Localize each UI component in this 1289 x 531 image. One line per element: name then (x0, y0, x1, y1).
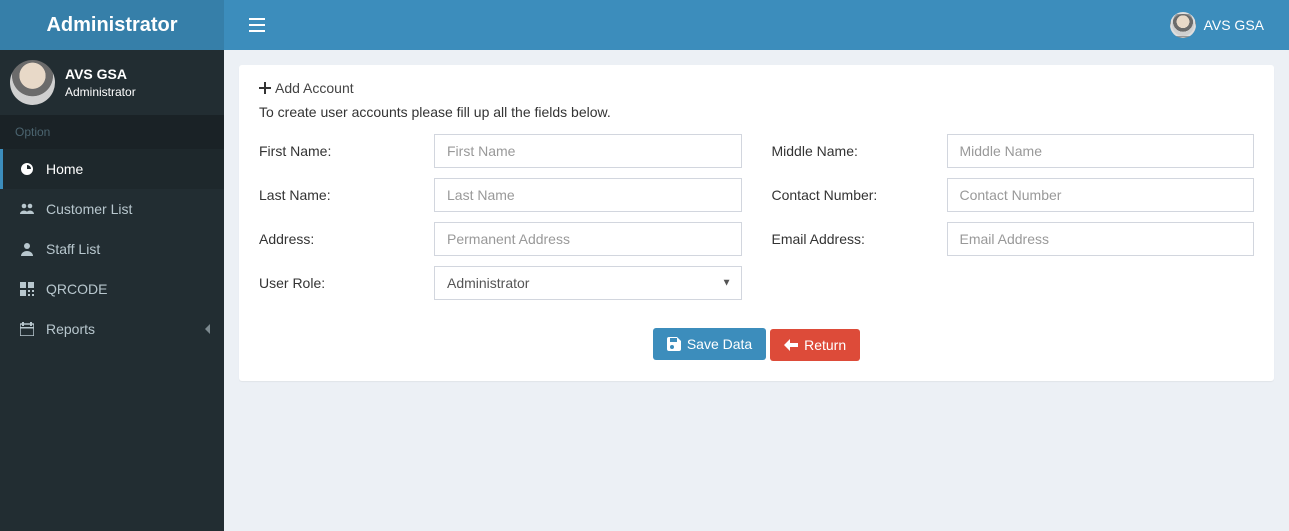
sidebar-item-staff-list[interactable]: Staff List (0, 229, 224, 269)
user-role-select[interactable]: Administrator (434, 266, 742, 300)
sidebar-item-label: Customer List (46, 201, 132, 217)
save-button[interactable]: Save Data (653, 328, 766, 360)
return-button-label: Return (804, 337, 846, 353)
contact-number-input[interactable] (947, 178, 1255, 212)
save-button-label: Save Data (687, 336, 752, 352)
first-name-input[interactable] (434, 134, 742, 168)
brand-text: Administrator (46, 14, 177, 37)
brand-logo[interactable]: Administrator (0, 0, 224, 50)
save-icon (667, 337, 681, 351)
plus-icon (259, 82, 271, 94)
middle-name-label: Middle Name: (772, 143, 947, 159)
content-area: Add Account To create user accounts plea… (224, 50, 1289, 531)
navbar-user-menu[interactable]: AVS GSA (1160, 6, 1274, 44)
qrcode-icon (18, 282, 36, 296)
sidebar-item-customer-list[interactable]: Customer List (0, 189, 224, 229)
sidebar-item-label: Home (46, 161, 83, 177)
sidebar-item-reports[interactable]: Reports (0, 309, 224, 349)
sidebar-item-label: Staff List (46, 241, 100, 257)
address-input[interactable] (434, 222, 742, 256)
email-input[interactable] (947, 222, 1255, 256)
email-label: Email Address: (772, 231, 947, 247)
chevron-left-icon (204, 321, 212, 337)
top-navbar: AVS GSA (224, 0, 1289, 50)
sidebar-toggle-button[interactable] (239, 8, 275, 42)
panel-title-text: Add Account (275, 80, 354, 96)
panel-title: Add Account (259, 80, 1254, 96)
sidebar-item-label: QRCODE (46, 281, 107, 297)
contact-number-label: Contact Number: (772, 187, 947, 203)
user-icon (18, 241, 36, 257)
sidebar-user-panel: AVS GSA Administrator (0, 50, 224, 115)
sidebar-item-label: Reports (46, 321, 95, 337)
sidebar: AVS GSA Administrator Option Home Custom… (0, 50, 224, 531)
last-name-label: Last Name: (259, 187, 434, 203)
last-name-input[interactable] (434, 178, 742, 212)
avatar (10, 60, 55, 105)
sidebar-user-name: AVS GSA (65, 66, 136, 82)
arrow-left-icon (784, 339, 798, 351)
add-account-panel: Add Account To create user accounts plea… (239, 65, 1274, 381)
middle-name-input[interactable] (947, 134, 1255, 168)
avatar (1170, 12, 1196, 38)
users-icon (18, 201, 36, 217)
first-name-label: First Name: (259, 143, 434, 159)
sidebar-item-home[interactable]: Home (0, 149, 224, 189)
sidebar-section-header: Option (0, 115, 224, 149)
return-button[interactable]: Return (770, 329, 860, 361)
address-label: Address: (259, 231, 434, 247)
calendar-icon (18, 322, 36, 336)
sidebar-item-qrcode[interactable]: QRCODE (0, 269, 224, 309)
navbar-user-name: AVS GSA (1204, 17, 1264, 33)
dashboard-icon (18, 161, 36, 177)
hamburger-icon (249, 18, 265, 32)
panel-description: To create user accounts please fill up a… (259, 104, 1254, 120)
user-role-label: User Role: (259, 275, 434, 291)
sidebar-user-role: Administrator (65, 85, 136, 99)
